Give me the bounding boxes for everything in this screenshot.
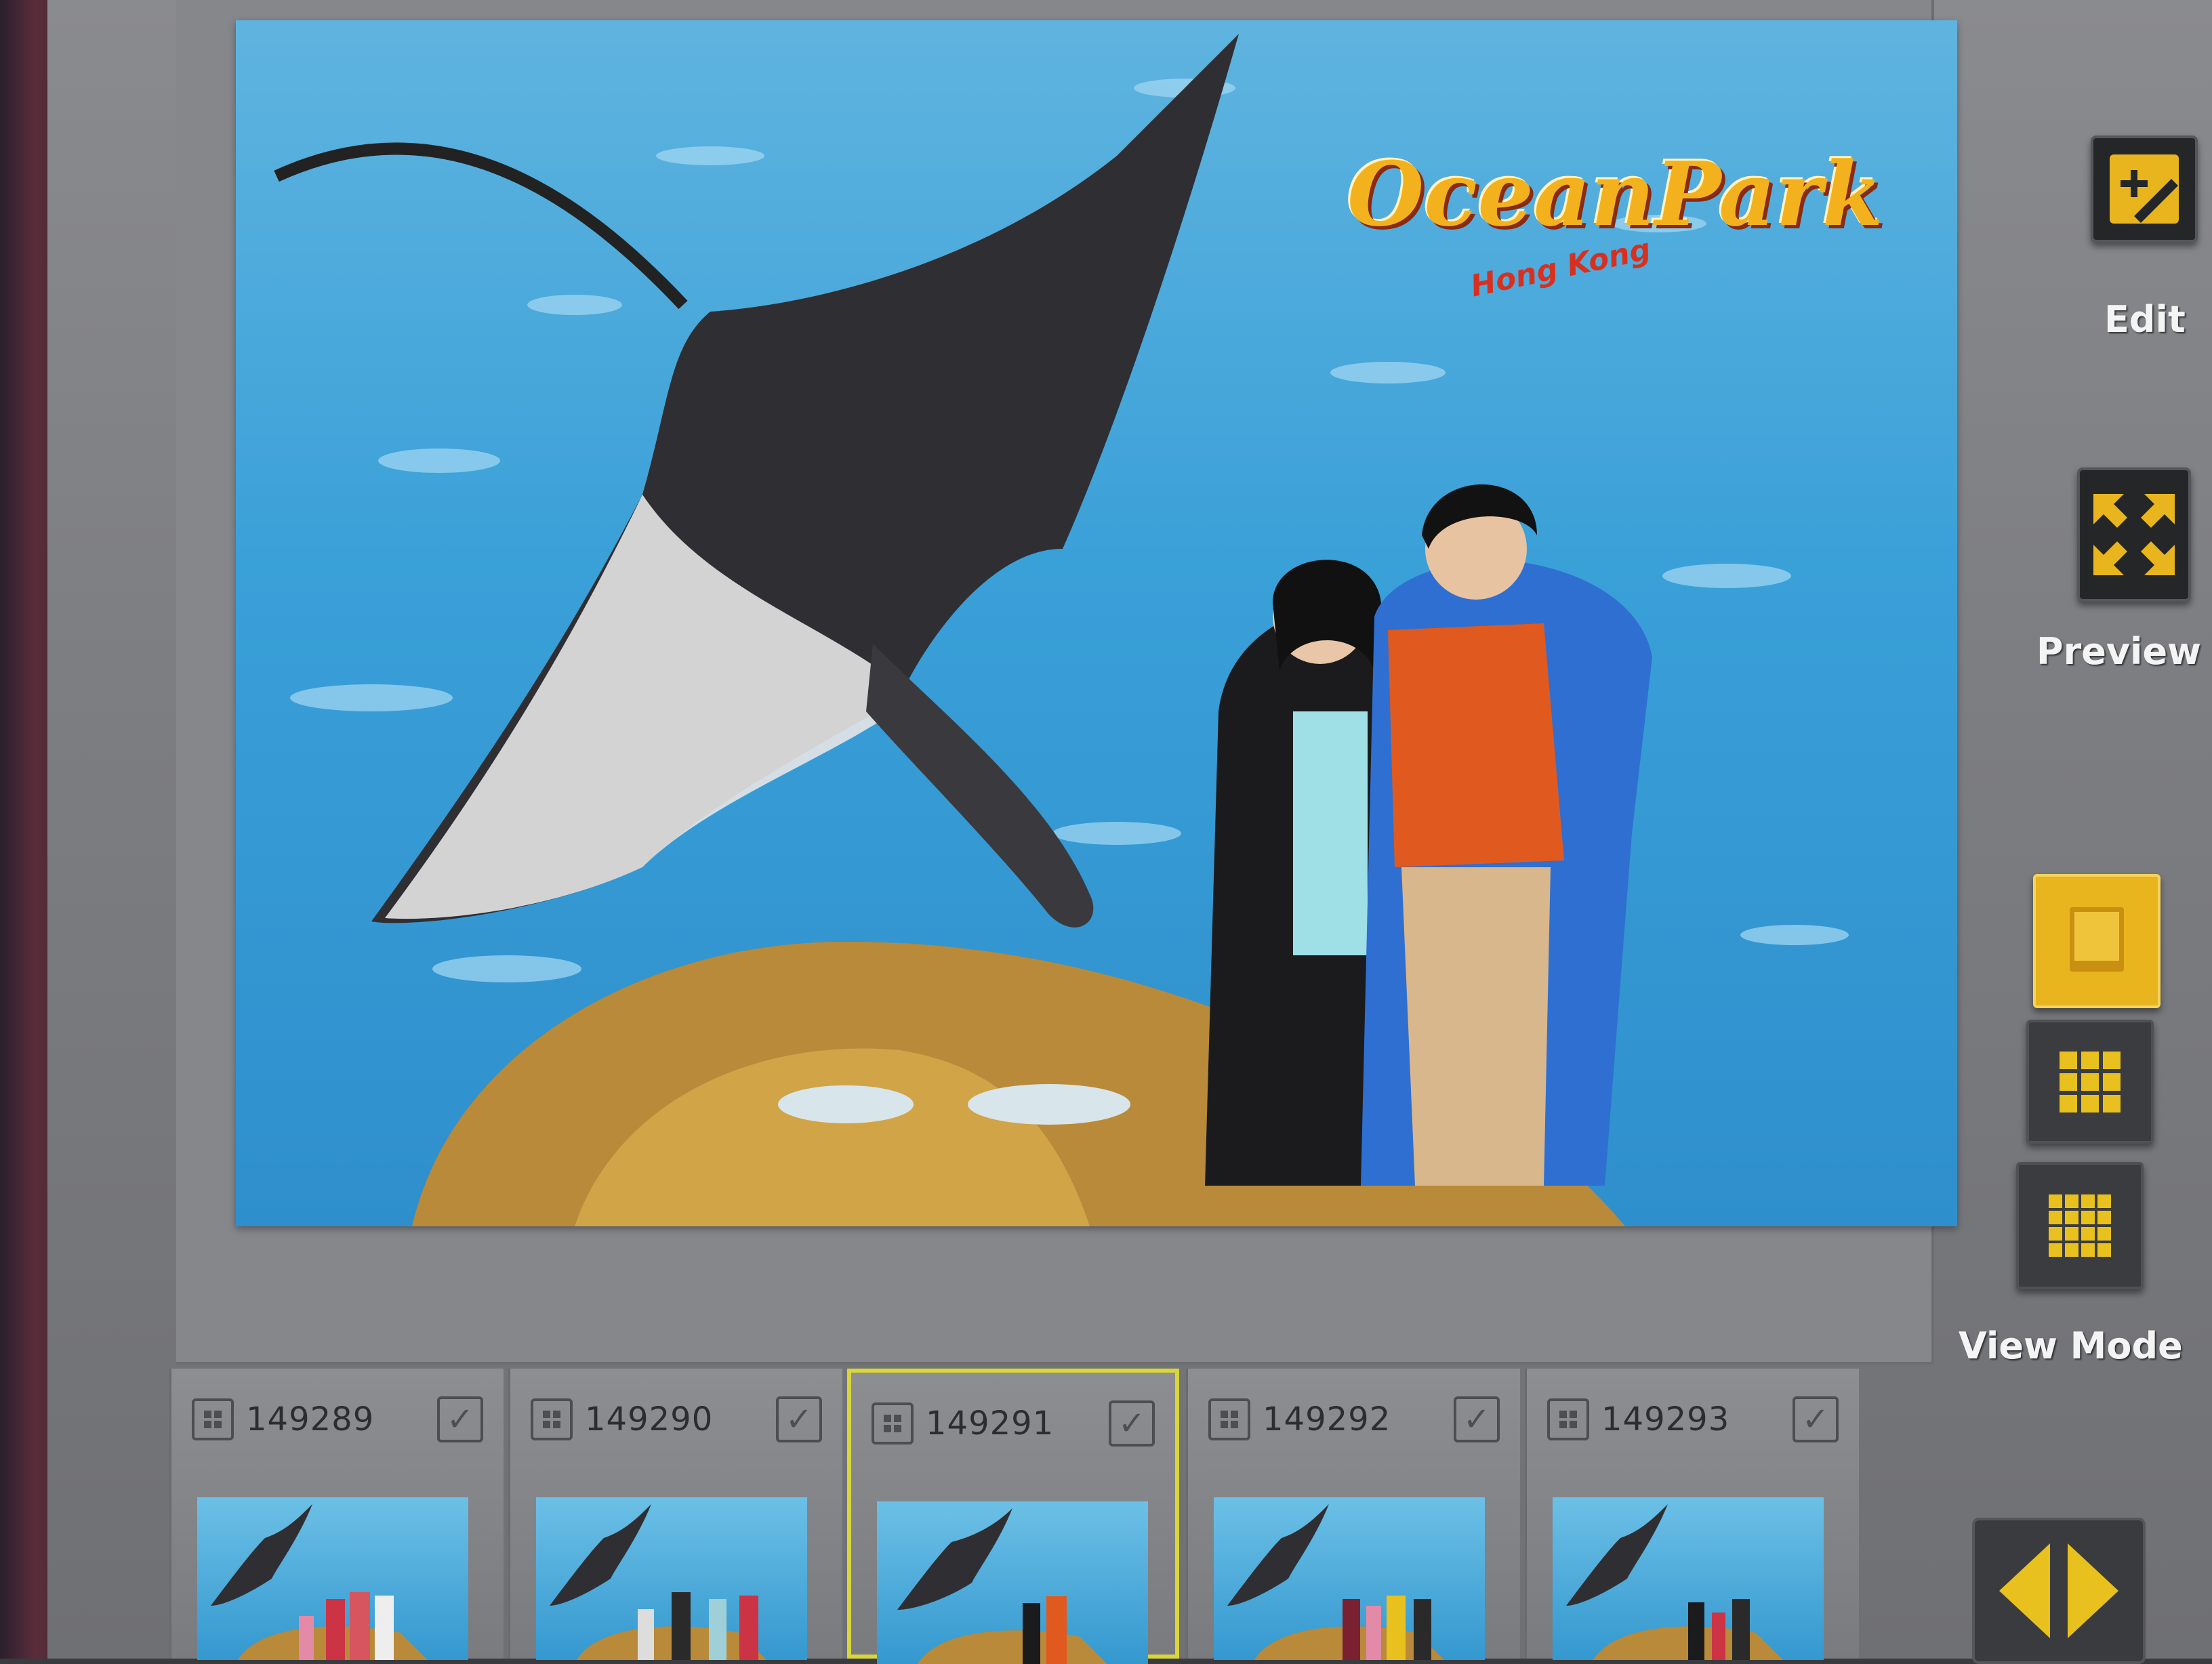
- view-mode-single-button[interactable]: [2033, 874, 2160, 1008]
- prev-arrow-icon[interactable]: [1992, 1537, 2053, 1645]
- filmstrip-nav-buttons: [1972, 1518, 2146, 1664]
- thumbnail-item-selected[interactable]: 149291 ✓: [847, 1369, 1179, 1664]
- thumbnail-scene: [1227, 1504, 1444, 1660]
- photo-number: 149290: [585, 1400, 714, 1438]
- thumbnail-image[interactable]: [1553, 1497, 1824, 1660]
- view-mode-grid-4x4-button[interactable]: [2016, 1162, 2144, 1289]
- thumbnail-grid-icon[interactable]: [1208, 1398, 1250, 1440]
- thumbnail-header: 149293 ✓: [1527, 1389, 1859, 1450]
- ocean-park-logo: OceanPark: [1347, 142, 1883, 246]
- photo-number: 149289: [246, 1400, 375, 1438]
- thumbnail-image[interactable]: [536, 1497, 807, 1660]
- preview-label: Preview: [2036, 630, 2202, 673]
- expand-arrows-icon: [2093, 494, 2175, 575]
- thumbnail-item[interactable]: 149292 ✓: [1186, 1369, 1520, 1660]
- thumbnail-header: 149292 ✓: [1188, 1389, 1520, 1450]
- thumbnail-header: 149290 ✓: [510, 1389, 842, 1450]
- edit-label: Edit: [2104, 298, 2186, 341]
- select-checkbox[interactable]: ✓: [437, 1396, 483, 1442]
- thumbnail-image[interactable]: [197, 1497, 468, 1660]
- thumbnail-item[interactable]: 149290 ✓: [508, 1369, 842, 1660]
- grid-3x3-icon: [2060, 1051, 2121, 1112]
- thumbnail-image[interactable]: [877, 1501, 1148, 1664]
- single-view-icon: [2070, 907, 2124, 972]
- edit-pencil-icon: [2110, 154, 2179, 224]
- preview-button[interactable]: [2077, 467, 2191, 602]
- thumbnail-scene: [550, 1504, 766, 1660]
- thumbnail-scene: [211, 1504, 428, 1660]
- thumbnail-grid-icon[interactable]: [192, 1398, 234, 1440]
- select-checkbox[interactable]: ✓: [776, 1396, 822, 1442]
- select-checkbox[interactable]: ✓: [1109, 1400, 1155, 1447]
- thumbnail-header: 149289 ✓: [171, 1389, 504, 1450]
- photo-number: 149291: [926, 1405, 1054, 1442]
- thumbnail-scene: [897, 1508, 1107, 1664]
- view-mode-grid-3x3-button[interactable]: [2026, 1020, 2154, 1144]
- photo-viewer-panel: OceanPark Hong Kong: [176, 0, 1957, 1365]
- thumbnail-image[interactable]: [1214, 1497, 1485, 1660]
- next-arrow-icon[interactable]: [2064, 1537, 2125, 1645]
- thumbnail-grid-icon[interactable]: [531, 1398, 573, 1440]
- thumbnail-item[interactable]: 149289 ✓: [169, 1369, 504, 1660]
- edit-button[interactable]: [2091, 136, 2198, 243]
- select-checkbox[interactable]: ✓: [1454, 1396, 1500, 1442]
- photo-number: 149293: [1601, 1400, 1730, 1438]
- thumbnail-filmstrip: 149289 ✓ 149290 ✓ 149291 ✓ 149292 ✓ 1492…: [169, 1369, 1904, 1664]
- right-toolbar: Edit Preview View Mode: [1938, 0, 2212, 1659]
- thumbnail-item[interactable]: 149293 ✓: [1525, 1369, 1859, 1660]
- thumbnail-grid-icon[interactable]: [872, 1402, 914, 1444]
- grid-4x4-icon: [2049, 1194, 2111, 1257]
- thumbnail-header: 149291 ✓: [851, 1393, 1175, 1454]
- view-mode-label: View Mode: [1959, 1325, 2183, 1367]
- photo-number: 149292: [1263, 1400, 1391, 1438]
- thumbnail-grid-icon[interactable]: [1547, 1398, 1589, 1440]
- main-photo: OceanPark Hong Kong: [236, 20, 1957, 1226]
- select-checkbox[interactable]: ✓: [1793, 1396, 1839, 1442]
- thumbnail-scene: [1566, 1504, 1783, 1660]
